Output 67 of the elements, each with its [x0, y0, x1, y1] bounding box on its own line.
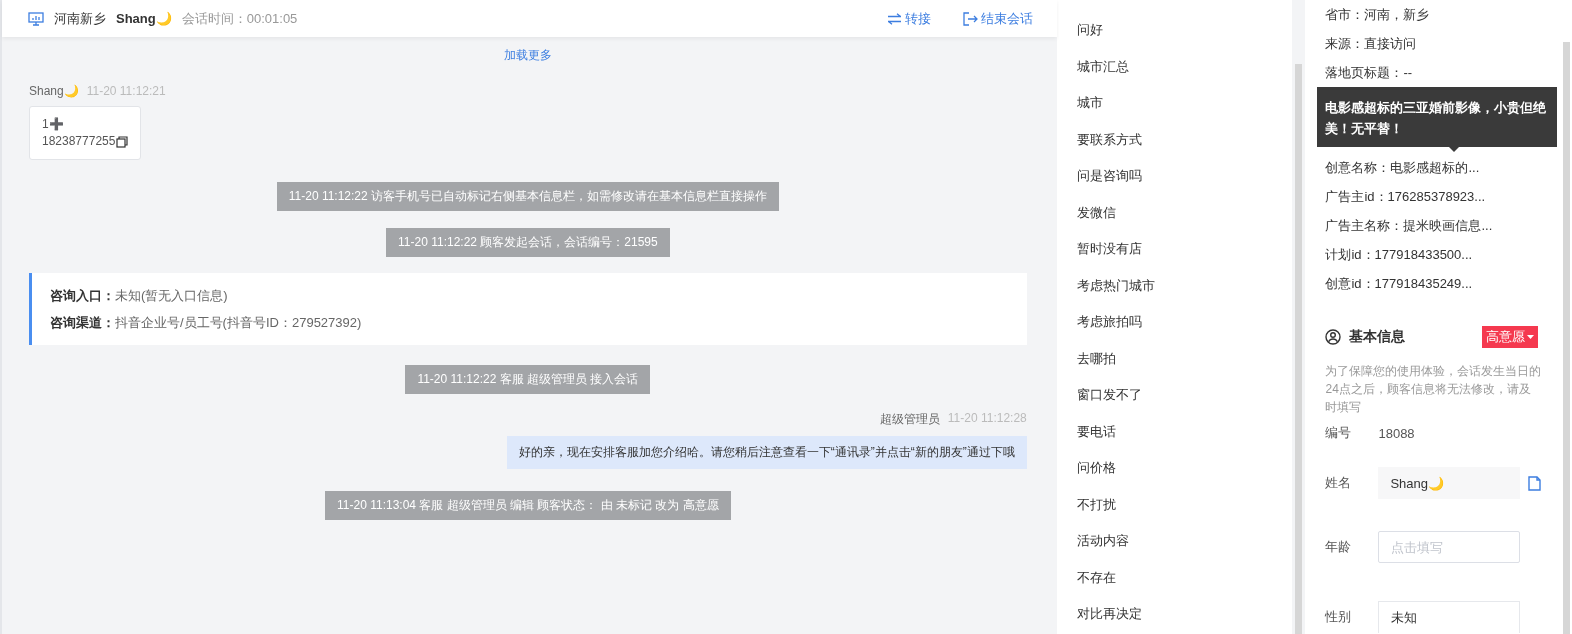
exit-icon — [962, 11, 978, 26]
quick-reply-item[interactable]: 活动内容 — [1076, 523, 1292, 560]
tooltip-arrow-icon — [1449, 147, 1460, 153]
field-label: 姓名 — [1325, 474, 1353, 492]
quick-reply-item[interactable]: 问是咨询吗 — [1076, 158, 1292, 195]
age-input[interactable]: 点击填写 — [1378, 531, 1521, 563]
gender-select[interactable]: 未知 — [1378, 601, 1521, 633]
message-text: 1➕ — [42, 116, 64, 133]
quick-reply-item[interactable]: 不打扰 — [1076, 486, 1292, 523]
quick-reply-item[interactable]: 不存在 — [1076, 559, 1292, 596]
session-duration: 会话时间：00:01:05 — [181, 9, 298, 28]
end-session-button[interactable]: 结束会话 — [962, 9, 1033, 28]
visitor-name: Shang🌙 — [116, 11, 172, 26]
info-label: 咨询渠道： — [50, 315, 115, 330]
scrollbar-thumb[interactable] — [1295, 64, 1302, 634]
monitor-icon — [28, 11, 44, 26]
system-notice: 11-20 11:12:22 客服 超级管理员 接入会话 — [405, 365, 651, 394]
quick-reply-item[interactable]: 暂时没有店 — [1076, 231, 1292, 268]
source-info-row-text: 创意id：177918435249... — [1325, 275, 1474, 294]
system-notice: 11-20 11:13:04 客服 超级管理员 编辑 顾客状态： 由 未标记 改为 高意愿 — [325, 491, 731, 520]
field-label: 编号 — [1325, 424, 1353, 442]
quick-reply-item[interactable]: 对比再决定 — [1076, 596, 1292, 633]
source-info-row-text: 广告主id：176285378923... — [1325, 188, 1487, 207]
source-info-row-text: 落地页标题：-- — [1325, 63, 1414, 82]
quick-reply-item[interactable]: 要联系方式 — [1076, 121, 1292, 158]
notice-text: 为了保障您的使用体验，会话发生当日的24点之后，顾客信息将无法修改，请及时填写 — [1325, 363, 1543, 416]
transfer-button[interactable]: 转接 — [886, 9, 931, 28]
info-label: 咨询入口： — [50, 288, 115, 303]
quick-reply-item[interactable]: 问价格 — [1076, 450, 1292, 487]
system-notice: 11-20 11:12:22 顾客发起会话，会话编号：21595 — [386, 228, 670, 257]
field-value: 18088 — [1378, 425, 1415, 441]
location-text: 河南新乡 — [54, 9, 106, 28]
quick-reply-item[interactable]: 考虑旅拍吗 — [1076, 304, 1292, 341]
user-circle-icon — [1325, 329, 1342, 345]
source-info-row-text: 省市：河南，新乡 — [1325, 5, 1431, 24]
source-info-row-text: 计划id：177918433500... — [1325, 246, 1474, 265]
sender-name: 超级管理员 — [879, 411, 940, 428]
source-info-row-text: 广告主名称：提米映画信息... — [1325, 217, 1494, 236]
swap-arrows-icon — [886, 12, 902, 25]
info-value: 抖音企业号/员工号(抖音号ID：279527392) — [115, 315, 362, 330]
quick-reply-item[interactable]: 发微信 — [1076, 194, 1292, 231]
field-label: 年龄 — [1325, 538, 1353, 556]
message-text: 18238777255 — [42, 133, 116, 150]
source-info-row-text: 来源：直接访问 — [1325, 34, 1418, 53]
info-value: 未知(暂无入口信息) — [115, 288, 228, 303]
quick-reply-item[interactable]: 考虑热门城市 — [1076, 267, 1292, 304]
message-time: 11-20 11:12:28 — [947, 411, 1027, 427]
source-info-row-text: 创意名称：电影感超标的... — [1325, 158, 1481, 177]
name-field: Shang🌙 — [1378, 467, 1521, 499]
copy-icon[interactable] — [116, 135, 129, 148]
load-more-link[interactable]: 加载更多 — [503, 47, 552, 64]
message-bubble: 好的亲，现在安排客服加您介绍哈。请您稍后注意查看一下“通讯录”并点击“新的朋友”通过下哦 — [506, 436, 1027, 469]
scrollbar-thumb[interactable] — [1562, 42, 1570, 634]
document-icon[interactable] — [1528, 475, 1542, 491]
field-label: 性别 — [1325, 608, 1353, 626]
quick-reply-item[interactable]: 城市汇总 — [1076, 48, 1292, 85]
message-time: 11-20 11:12:21 — [86, 84, 166, 98]
quick-reply-item[interactable]: 问好 — [1076, 12, 1292, 49]
quick-reply-item[interactable]: 城市 — [1076, 85, 1292, 122]
section-title: 基本信息 — [1349, 328, 1406, 346]
system-notice: 11-20 11:12:22 访客手机号已自动标记右侧基本信息栏，如需修改请在基本信息栏直接操作 — [276, 182, 780, 211]
quick-reply-item[interactable]: 要电话 — [1076, 413, 1292, 450]
quick-reply-item[interactable]: 窗口发不了 — [1076, 377, 1292, 414]
quick-reply-item[interactable]: 去哪拍 — [1076, 340, 1292, 377]
status-tag[interactable]: 高意愿 — [1482, 326, 1539, 348]
caret-icon — [1527, 334, 1535, 340]
sender-name: Shang🌙 — [29, 84, 79, 98]
